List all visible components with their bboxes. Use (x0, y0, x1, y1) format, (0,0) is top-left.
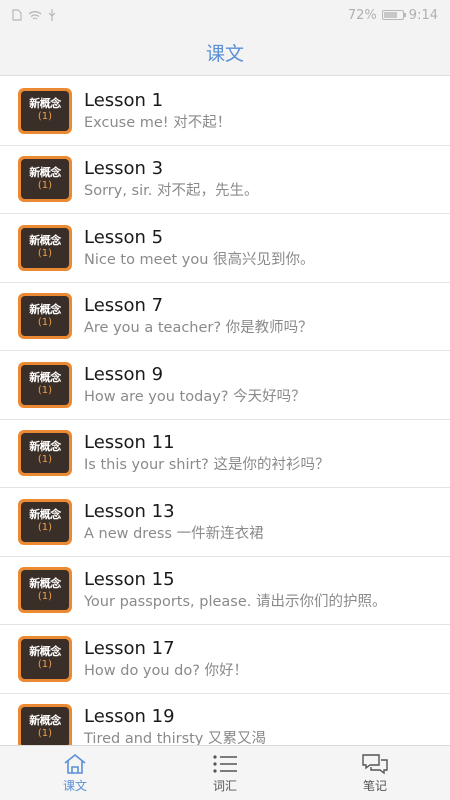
book-cover-icon: 新概念 (1) (18, 224, 72, 271)
tab-label: 课文 (62, 778, 87, 793)
lesson-subtitle: Your passports, please. 请出示你们的护照。 (84, 594, 387, 611)
book-cover-icon: 新概念 (1) (18, 293, 72, 340)
lesson-row[interactable]: 新概念 (1) Lesson 17 How do you do? 你好！ (0, 625, 450, 694)
status-bar: 72% 9:14 (0, 0, 450, 30)
battery-percent: 72% (347, 7, 377, 23)
lesson-row[interactable]: 新概念 (1) Lesson 1 Excuse me! 对不起！ (0, 77, 450, 146)
tab-lessons[interactable]: 课文 (15, 753, 135, 794)
lesson-title: Lesson 17 (84, 637, 175, 659)
sim-icon (12, 9, 22, 21)
lesson-subtitle: Are you a teacher? 你是教师吗？ (84, 320, 313, 337)
page-title: 课文 (205, 43, 244, 65)
book-cover-icon: 新概念 (1) (18, 361, 72, 408)
lesson-title: Lesson 11 (84, 432, 175, 454)
book-cover-icon: 新概念 (1) (18, 87, 72, 134)
lesson-title: Lesson 7 (84, 295, 164, 317)
notes-icon (362, 753, 388, 774)
lesson-row[interactable]: 新概念 (1) Lesson 9 How are you today? 今天好吗？ (0, 351, 450, 420)
status-icons-left (12, 9, 56, 21)
bottom-tab-bar: 课文 词汇 笔记 (0, 745, 450, 800)
lesson-row[interactable]: 新概念 (1) Lesson 19 Tired and thirsty 又累又渴 (0, 694, 450, 745)
lesson-title: Lesson 9 (84, 363, 164, 385)
status-icons-right: 72% 9:14 (348, 8, 438, 23)
lesson-subtitle: Sorry, sir. 对不起，先生。 (84, 183, 259, 200)
home-icon (64, 753, 86, 774)
book-cover-icon: 新概念 (1) (18, 635, 72, 682)
lesson-row[interactable]: 新概念 (1) Lesson 15 Your passports, please. … (0, 557, 450, 625)
book-cover-icon: 新概念 (1) (18, 498, 72, 545)
lesson-title: Lesson 19 (84, 706, 175, 728)
wifi-icon (28, 10, 42, 20)
lesson-list[interactable]: 新概念 (1) Lesson 1 Excuse me! 对不起！ 新概念 (1) Le… (0, 77, 450, 745)
book-cover-icon: 新概念 (1) (18, 567, 72, 614)
lesson-title: Lesson 5 (84, 226, 164, 248)
clock: 9:14 (408, 7, 438, 23)
tab-vocabulary[interactable]: 词汇 (165, 753, 285, 794)
book-cover-icon: 新概念 (1) (18, 156, 72, 203)
lesson-row[interactable]: 新概念 (1) Lesson 7 Are you a teacher? 你是教师吗？ (0, 283, 450, 351)
lesson-title: Lesson 15 (84, 569, 175, 591)
list-icon (213, 754, 237, 773)
lesson-subtitle: A new dress 一件新连衣裙 (84, 525, 264, 542)
lesson-title: Lesson 13 (84, 500, 175, 522)
lesson-row[interactable]: 新概念 (1) Lesson 3 Sorry, sir. 对不起，先生。 (0, 146, 450, 214)
lesson-row[interactable]: 新概念 (1) Lesson 5 Nice to meet you 很高兴见到你。 (0, 214, 450, 283)
lesson-subtitle: Excuse me! 对不起！ (84, 114, 232, 131)
battery-icon (381, 10, 406, 20)
lesson-row[interactable]: 新概念 (1) Lesson 11 Is this your shirt? 这是你的… (0, 420, 450, 488)
lesson-title: Lesson 1 (84, 89, 164, 111)
tab-label: 笔记 (362, 778, 387, 793)
lesson-subtitle: Tired and thirsty 又累又渴 (84, 731, 267, 745)
lesson-title: Lesson 3 (84, 158, 164, 180)
book-cover-icon: 新概念 (1) (18, 704, 72, 745)
lesson-subtitle: Nice to meet you 很高兴见到你。 (84, 251, 315, 268)
lesson-subtitle: How do you do? 你好！ (84, 662, 249, 679)
lesson-subtitle: Is this your shirt? 这是你的衬衫吗？ (84, 457, 330, 474)
lesson-row[interactable]: 新概念 (1) Lesson 13 A new dress 一件新连衣裙 (0, 488, 450, 557)
tab-label: 词汇 (212, 778, 237, 793)
usb-icon (48, 9, 56, 21)
header: 课文 (0, 30, 450, 76)
book-cover-icon: 新概念 (1) (18, 430, 72, 477)
lesson-subtitle: How are you today? 今天好吗？ (84, 388, 306, 405)
tab-notes[interactable]: 笔记 (315, 753, 435, 794)
